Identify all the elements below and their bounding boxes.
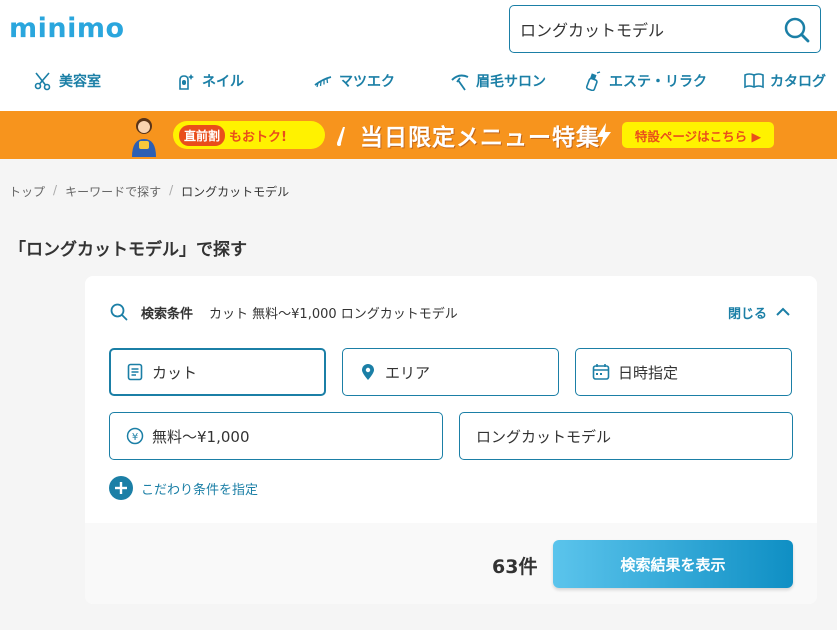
- more-conditions-label: こだわり条件を指定: [141, 482, 259, 498]
- search-box[interactable]: [509, 5, 821, 53]
- nav-label: 美容室: [59, 74, 101, 90]
- conditions-value: カット 無料〜¥1,000 ロングカットモデル: [209, 306, 458, 322]
- location-pin-icon: [362, 364, 374, 380]
- datetime-field[interactable]: 日時指定: [575, 348, 792, 396]
- nav-item-beauty-salon[interactable]: 美容室: [33, 66, 101, 96]
- area-field-value: エリア: [385, 363, 431, 382]
- breadcrumb: トップ / キーワードで探す / ロングカットモデル: [9, 183, 289, 200]
- nav-label: エステ・リラク: [609, 74, 707, 90]
- price-field[interactable]: ¥ 無料〜¥1,000: [109, 412, 443, 460]
- yen-icon: ¥: [126, 427, 144, 445]
- menu-list-icon: [127, 363, 143, 381]
- nav-item-eyelash[interactable]: マツエク: [313, 66, 395, 96]
- promo-tag: 直前割: [179, 124, 226, 146]
- book-icon: [744, 73, 764, 89]
- search-conditions-card: 検索条件 カット 無料〜¥1,000 ロングカットモデル 閉じる カット エリア: [85, 276, 817, 604]
- price-field-value: 無料〜¥1,000: [152, 427, 250, 446]
- conditions-summary: 検索条件 カット 無料〜¥1,000 ロングカットモデル: [109, 302, 458, 322]
- area-field[interactable]: エリア: [342, 348, 559, 396]
- promo-headline: 当日限定メニュー特集: [360, 125, 600, 151]
- breadcrumb-item-keyword[interactable]: キーワードで探す: [65, 183, 161, 200]
- category-nav: 美容室 ネイル マツエク 眉毛サロン エステ・リラク カタログ: [0, 66, 837, 96]
- search-icon[interactable]: [783, 16, 811, 44]
- promo-cta[interactable]: 特設ページはこちら ▶: [622, 122, 774, 148]
- nav-item-eyebrow[interactable]: 眉毛サロン: [450, 66, 546, 96]
- nav-item-nail[interactable]: ネイル: [176, 66, 244, 96]
- search-input[interactable]: [520, 17, 775, 41]
- nav-item-catalog[interactable]: カタログ: [744, 66, 826, 96]
- header: minimo 美容室 ネイル: [0, 0, 837, 111]
- spray-bottle-icon: [585, 71, 601, 91]
- nav-label: カタログ: [770, 74, 826, 90]
- person-illustration-icon: [132, 118, 156, 157]
- breadcrumb-item-top[interactable]: トップ: [9, 183, 45, 200]
- calendar-icon: [592, 364, 610, 380]
- page-title: 「ロングカットモデル」で探す: [9, 240, 247, 260]
- promo-banner[interactable]: 直前割 もおトク! 当日限定メニュー特集 特設ページはこちら ▶: [0, 111, 837, 159]
- breadcrumb-separator: /: [169, 183, 174, 197]
- nav-item-esthetic[interactable]: エステ・リラク: [583, 66, 707, 96]
- datetime-field-value: 日時指定: [618, 363, 679, 382]
- sparkle-icon: [337, 127, 345, 146]
- menu-field[interactable]: カット: [109, 348, 326, 396]
- search-icon: [110, 303, 128, 321]
- keyword-field-value: ロングカットモデル: [476, 427, 612, 446]
- promo-tag-text: もおトク!: [229, 129, 287, 145]
- conditions-label: 検索条件: [141, 306, 194, 322]
- svg-text:¥: ¥: [132, 432, 138, 443]
- eyebrow-icon: [451, 74, 469, 91]
- eyelash-icon: [314, 76, 332, 88]
- keyword-field[interactable]: ロングカットモデル: [459, 412, 793, 460]
- scissors-icon: [34, 72, 51, 91]
- breadcrumb-separator: /: [53, 183, 58, 197]
- lightning-icon: [597, 123, 611, 147]
- collapse-label: 閉じる: [727, 306, 767, 322]
- more-conditions-link[interactable]: こだわり条件を指定: [109, 476, 258, 500]
- menu-field-value: カット: [152, 363, 198, 382]
- collapse-toggle[interactable]: 閉じる: [728, 302, 791, 322]
- nav-label: 眉毛サロン: [476, 74, 546, 90]
- logo[interactable]: minimo: [9, 13, 125, 44]
- promo-tag-pill: 直前割 もおトク!: [173, 121, 325, 149]
- nav-label: マツエク: [339, 74, 395, 90]
- plus-circle-icon: [109, 476, 133, 500]
- show-results-button[interactable]: 検索結果を表示: [553, 540, 793, 588]
- chevron-up-icon: [776, 307, 790, 316]
- nail-icon: [179, 74, 194, 90]
- nav-label: ネイル: [202, 74, 244, 90]
- breadcrumb-current: ロングカットモデル: [181, 185, 290, 199]
- result-count: 63件: [492, 556, 538, 578]
